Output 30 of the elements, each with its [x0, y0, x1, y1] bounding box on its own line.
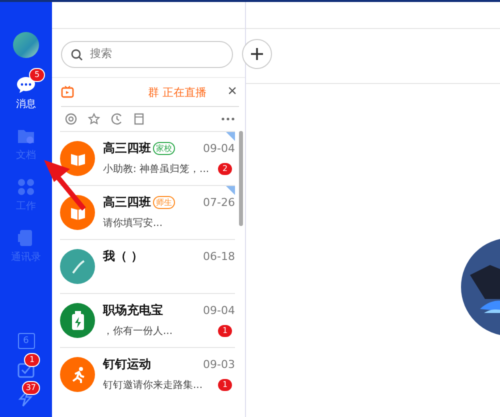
chat-name: 职场充电宝: [103, 302, 163, 318]
chat-name: 高三四班: [103, 194, 151, 210]
chat-item[interactable]: 我（ ） 06-18: [60, 239, 235, 293]
message-preview: 钉钉邀请你来走路集...: [103, 378, 203, 392]
message-preview: 请你填写安...: [103, 216, 163, 230]
chat-item[interactable]: 职场充电宝 09-04 ，你有一份人... 1: [60, 293, 235, 347]
chat-time: 07-26: [203, 196, 235, 208]
chat-name: 高三四班: [103, 140, 151, 156]
live-banner[interactable]: 群 正在直播 ×: [61, 78, 239, 107]
unread-badge: 2: [217, 162, 233, 176]
close-button[interactable]: ×: [226, 83, 239, 101]
chat-time: 06-18: [203, 250, 235, 262]
chat-time: 09-03: [203, 358, 235, 370]
chat-time: 09-04: [203, 142, 235, 154]
chat-name: 我（ ）: [103, 248, 144, 264]
chat-item[interactable]: 钉钉运动 09-03 钉钉邀请你来走路集... 1: [60, 347, 235, 401]
search-field[interactable]: 搜索: [61, 40, 233, 68]
unread-badge: 1: [217, 378, 233, 392]
count-badge: 37: [22, 381, 40, 395]
live-text: 群 正在直播: [148, 84, 206, 100]
chat-name: 钉钉运动: [103, 356, 151, 372]
unread-badge: 5: [29, 68, 45, 82]
message-preview: ，你有一份人...: [103, 325, 173, 338]
chat-tag: 家校: [153, 142, 175, 154]
count-badge: 1: [24, 353, 40, 367]
sidebar-item[interactable]: 5 消息: [6, 68, 46, 111]
message-preview: 小助教: 神兽虽归笼，...: [103, 162, 210, 176]
chat-time: 09-04: [203, 304, 235, 316]
unread-badge: 1: [217, 324, 233, 338]
chat-tag: 师生: [153, 196, 175, 208]
